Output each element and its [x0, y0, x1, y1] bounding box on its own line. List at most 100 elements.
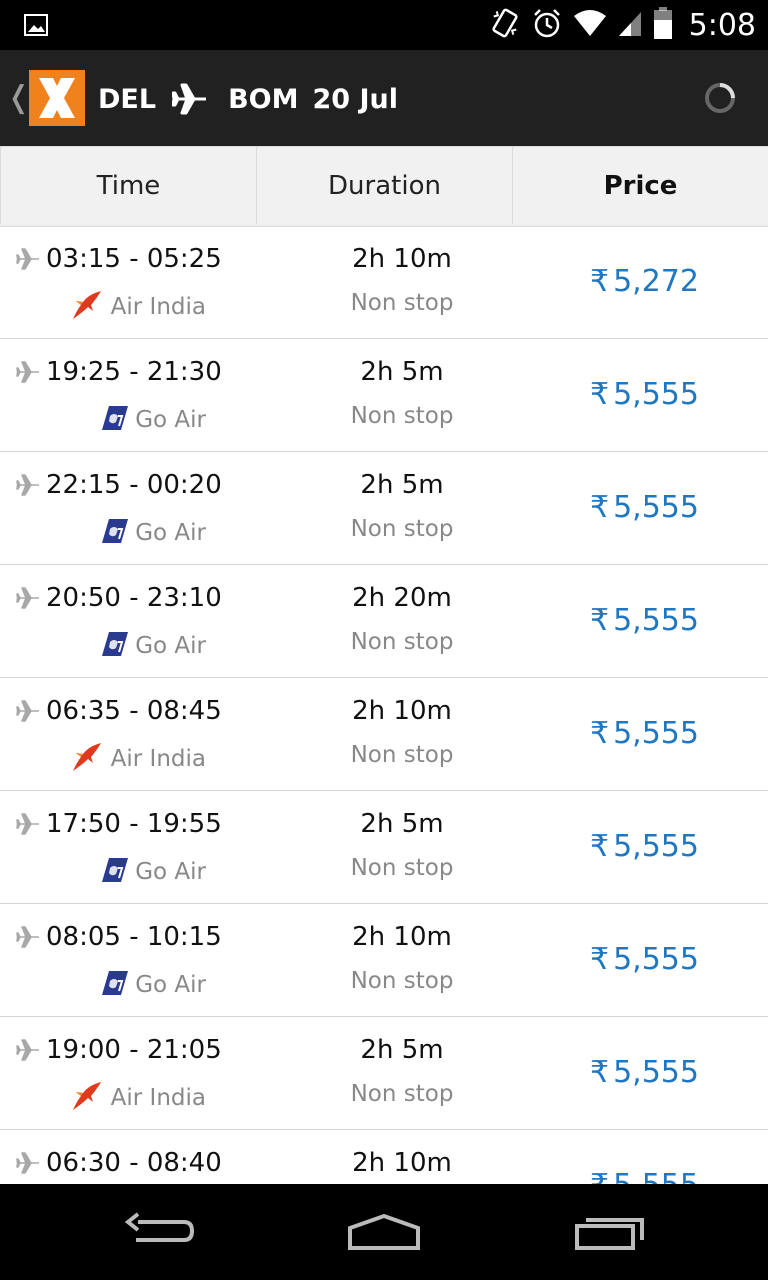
image-icon	[24, 13, 48, 41]
go-air-logo-icon	[101, 856, 129, 888]
flight-row[interactable]: 08:05 - 10:15 Go Air 2h 10m Non stop ₹5,555	[0, 904, 768, 1017]
airline-name: Go Air	[135, 520, 206, 546]
back-chevron-icon[interactable]: ❬	[6, 80, 31, 116]
rupee-symbol: ₹	[590, 942, 610, 977]
flight-price: ₹5,555	[590, 1055, 699, 1090]
airline: Air India	[71, 290, 206, 324]
price-value: 5,555	[613, 829, 699, 864]
flight-times: 06:30 - 08:40	[46, 1148, 222, 1178]
flight-duration: 2h 20m	[352, 583, 452, 613]
sort-by-time[interactable]: Time	[0, 146, 256, 224]
app-logo[interactable]	[29, 70, 85, 126]
rupee-symbol: ₹	[590, 829, 610, 864]
rupee-symbol: ₹	[590, 264, 610, 299]
departure-plane-icon	[16, 700, 40, 726]
flight-times: 20:50 - 23:10	[46, 583, 222, 613]
sort-by-price[interactable]: Price	[512, 146, 768, 224]
flight-duration: 2h 5m	[360, 809, 444, 839]
flight-price: ₹5,555	[590, 942, 699, 977]
departure-plane-icon	[16, 361, 40, 387]
sort-by-duration[interactable]: Duration	[256, 146, 512, 224]
airline: Air India	[71, 1081, 206, 1115]
air-india-logo-icon	[71, 288, 105, 326]
flight-stops: Non stop	[350, 403, 454, 429]
flight-times: 22:15 - 00:20	[46, 470, 222, 500]
wifi-icon	[573, 8, 607, 42]
go-air-logo-icon	[101, 969, 129, 1001]
rupee-symbol: ₹	[590, 1168, 609, 1184]
clock: 5:08	[688, 7, 756, 43]
go-air-logo-icon	[101, 517, 129, 549]
price-value: 5,555	[613, 1168, 699, 1184]
navigation-bar	[0, 1184, 768, 1280]
flight-row[interactable]: 20:50 - 23:10 Go Air 2h 20m Non stop ₹5,555	[0, 565, 768, 678]
price-value: 5,555	[613, 1055, 699, 1090]
flight-list[interactable]: 03:15 - 05:25 Air India 2h 10m Non stop ₹5,2…	[0, 226, 768, 1184]
airline-name: Air India	[110, 746, 206, 772]
rupee-symbol: ₹	[590, 490, 610, 525]
airline-name: Air India	[110, 294, 206, 320]
flight-price: ₹5,555	[590, 1168, 699, 1184]
flight-duration: 2h 10m	[352, 1148, 452, 1178]
airline: Go Air	[101, 855, 206, 889]
flight-times: 06:35 - 08:45	[46, 696, 222, 726]
flight-duration: 2h 10m	[352, 696, 452, 726]
go-air-logo-icon	[101, 404, 129, 436]
flight-row[interactable]: 17:50 - 19:55 Go Air 2h 5m Non stop ₹5,555	[0, 791, 768, 904]
action-bar: ❬ DEL BOM 20 Jul	[0, 50, 768, 146]
flight-duration: 2h 5m	[360, 470, 444, 500]
battery-icon	[653, 6, 673, 44]
airline: Go Air	[101, 403, 206, 437]
flight-price: ₹5,555	[590, 829, 699, 864]
recent-apps-icon[interactable]	[574, 1212, 654, 1252]
flight-price: ₹5,272	[590, 264, 699, 299]
flight-times: 19:00 - 21:05	[46, 1035, 222, 1065]
flight-price: ₹5,555	[590, 490, 699, 525]
airline-name: Go Air	[135, 972, 206, 998]
airline: Air India	[71, 742, 206, 776]
flight-row[interactable]: 06:30 - 08:40 2h 10m ₹5,555	[0, 1130, 768, 1184]
vibrate-icon	[489, 7, 521, 43]
flight-stops: Non stop	[350, 855, 454, 881]
signal-icon	[617, 8, 643, 42]
flight-price: ₹5,555	[590, 603, 699, 638]
flight-duration: 2h 10m	[352, 244, 452, 274]
flight-row[interactable]: 22:15 - 00:20 Go Air 2h 5m Non stop ₹5,555	[0, 452, 768, 565]
flight-row[interactable]: 06:35 - 08:45 Air India 2h 10m Non stop ₹5,5…	[0, 678, 768, 791]
back-icon[interactable]	[124, 1212, 204, 1252]
home-icon[interactable]	[346, 1212, 426, 1252]
alarm-icon	[531, 7, 563, 43]
destination-code: BOM	[228, 83, 299, 115]
flight-price: ₹5,555	[590, 716, 699, 751]
flight-duration: 2h 5m	[360, 1035, 444, 1065]
airline-name: Go Air	[135, 633, 206, 659]
airline: Go Air	[101, 516, 206, 550]
departure-plane-icon	[16, 587, 40, 613]
flight-price: ₹5,555	[590, 377, 699, 412]
airline-name: Air India	[110, 1085, 206, 1111]
flight-row[interactable]: 03:15 - 05:25 Air India 2h 10m Non stop ₹5,2…	[0, 226, 768, 339]
flight-stops: Non stop	[350, 1081, 454, 1107]
departure-plane-icon	[16, 926, 40, 952]
origin-code: DEL	[98, 83, 157, 115]
travel-date: 20 Jul	[312, 83, 398, 115]
rupee-symbol: ₹	[590, 716, 610, 751]
flight-times: 17:50 - 19:55	[46, 809, 222, 839]
flight-stops: Non stop	[350, 742, 454, 768]
rupee-symbol: ₹	[590, 1055, 610, 1090]
route-title: DEL BOM 20 Jul	[98, 78, 398, 120]
air-india-logo-icon	[71, 740, 105, 778]
price-value: 5,555	[613, 603, 699, 638]
departure-plane-icon	[16, 1152, 40, 1178]
price-value: 5,555	[613, 490, 699, 525]
flight-row[interactable]: 19:25 - 21:30 Go Air 2h 5m Non stop ₹5,555	[0, 339, 768, 452]
go-air-logo-icon	[101, 630, 129, 662]
departure-plane-icon	[16, 248, 40, 274]
departure-plane-icon	[16, 1039, 40, 1065]
flight-stops: Non stop	[350, 516, 454, 542]
flight-duration: 2h 10m	[352, 922, 452, 952]
loading-spinner-icon	[704, 82, 736, 114]
flight-row[interactable]: 19:00 - 21:05 Air India 2h 5m Non stop ₹5,55…	[0, 1017, 768, 1130]
flight-times: 03:15 - 05:25	[46, 244, 222, 274]
price-value: 5,555	[613, 716, 699, 751]
